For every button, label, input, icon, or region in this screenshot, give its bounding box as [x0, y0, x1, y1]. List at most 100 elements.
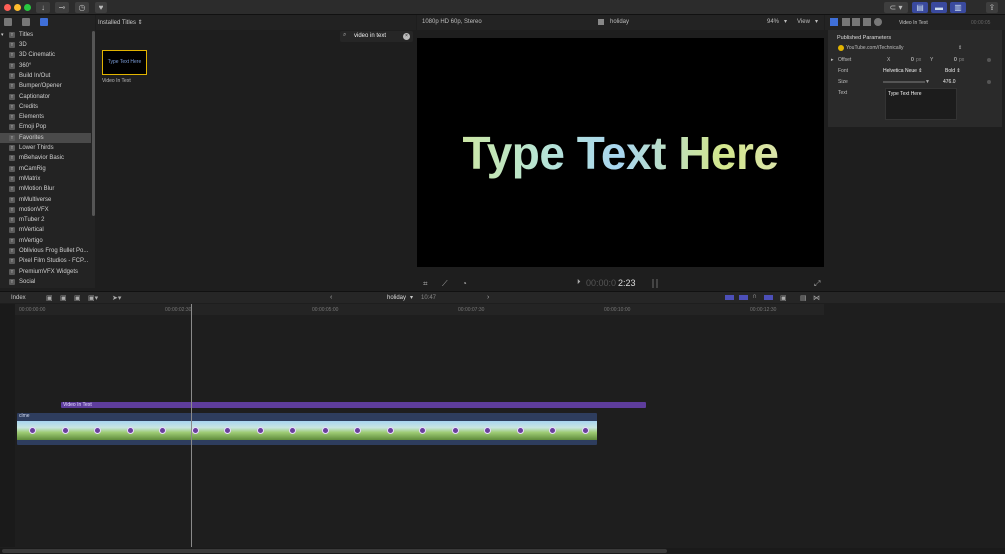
y-value-field[interactable]: 0: [954, 57, 957, 63]
headphones-icon[interactable]: ∩: [752, 293, 757, 300]
slider-knob-icon[interactable]: ▼: [925, 79, 930, 85]
viewer-canvas[interactable]: Type Text Here: [417, 38, 824, 267]
sidebar-item[interactable]: T Credits: [0, 102, 91, 112]
timeline-header: Index ▣ ▣ ▣ ▣▾ ➤▾ ‹ holiday ▾ 10:47 › ∩ …: [0, 291, 1005, 303]
fullscreen-icon[interactable]: ⤢: [814, 279, 820, 289]
transform-icon[interactable]: ⌗: [423, 279, 428, 289]
share-tools-icon[interactable]: ⊂ ▾: [884, 2, 908, 13]
search-input[interactable]: video in text: [354, 33, 386, 39]
sidebar-item[interactable]: TmTuber 2: [0, 215, 91, 225]
background-tasks-icon[interactable]: ◷: [75, 2, 89, 13]
scrollbar-knob[interactable]: [2, 549, 667, 553]
close-window-button[interactable]: [4, 4, 11, 11]
sidebar-item[interactable]: T 3D: [0, 40, 91, 50]
sidebar-item[interactable]: T Elements: [0, 112, 91, 122]
share-icon[interactable]: ⇪: [986, 2, 998, 13]
zoom-window-button[interactable]: [24, 4, 31, 11]
view-popup[interactable]: View: [797, 19, 810, 25]
sidebar-item[interactable]: T Bumper/Opener: [0, 81, 91, 91]
back-arrow-icon[interactable]: ‹: [330, 294, 332, 301]
preset-popup[interactable]: YouTube.com/iTechnically: [846, 45, 903, 51]
snapping-icon[interactable]: [764, 295, 773, 300]
insert-clip-icon[interactable]: ▣: [60, 294, 67, 302]
emoji-icon: [354, 427, 361, 434]
filter-icon[interactable]: [863, 18, 871, 26]
sidebar-item[interactable]: T Captionator: [0, 92, 91, 102]
sidebar-item[interactable]: TmVertical: [0, 225, 91, 235]
forward-arrow-icon[interactable]: ›: [487, 294, 489, 301]
sidebar-item[interactable]: T Lower Thirds: [0, 143, 91, 153]
audio-skim-icon[interactable]: [739, 295, 748, 300]
titles-generators-icon[interactable]: [40, 18, 48, 26]
size-value-field[interactable]: 476.0: [943, 79, 956, 85]
select-tool-icon[interactable]: ➤▾: [112, 294, 121, 302]
effects-browser-icon[interactable]: ▤: [800, 294, 807, 302]
sidebar-item[interactable]: TmMotion Blur: [0, 184, 91, 194]
sidebar-item[interactable]: T Favorites: [0, 132, 91, 143]
info-icon[interactable]: [874, 18, 882, 26]
photos-audio-icon[interactable]: [22, 18, 30, 26]
font-popup[interactable]: Helvetica Neue ⇕: [883, 68, 923, 74]
overwrite-clip-icon[interactable]: ▣: [74, 294, 81, 302]
sidebar-item[interactable]: T Build In/Out: [0, 71, 91, 81]
index-button[interactable]: Index: [11, 295, 26, 301]
minimize-window-button[interactable]: [14, 4, 21, 11]
clip-appearance-icon[interactable]: ▣: [780, 294, 787, 302]
keyword-icon[interactable]: ⊸: [55, 2, 69, 13]
clear-search-icon[interactable]: ×: [403, 33, 410, 40]
installed-titles-popup[interactable]: Installed Titles ⇕: [98, 19, 143, 26]
play-icon[interactable]: ⏵: [577, 279, 581, 287]
transitions-icon[interactable]: ⋈: [813, 294, 820, 302]
x-value-field[interactable]: 0: [911, 57, 914, 63]
inspector-layout-icon[interactable]: ▥: [950, 2, 966, 13]
speed-icon[interactable]: ◔: [462, 279, 467, 288]
weight-popup[interactable]: Bold ⇕: [945, 68, 961, 74]
crop-icon[interactable]: ⟋: [442, 279, 448, 289]
edit-popup-icon[interactable]: ▣▾: [88, 294, 98, 302]
sidebar-root-titles[interactable]: ▾ T Titles: [0, 30, 91, 40]
sidebar-item[interactable]: TmCamRig: [0, 164, 91, 174]
disclosure-icon[interactable]: ▾: [1, 30, 4, 40]
favorite-icon[interactable]: ♥: [95, 2, 107, 13]
browser-layout-icon[interactable]: ▤: [912, 2, 928, 13]
video-inspector-icon[interactable]: [852, 18, 860, 26]
paragraph-icon[interactable]: [842, 18, 850, 26]
sidebar-item[interactable]: T 3D Cinematic: [0, 50, 91, 60]
inspector-header: Video In Text 00:00:05: [825, 15, 1005, 30]
sidebar-item[interactable]: T Social: [0, 277, 91, 287]
sidebar-item-label: Lower Thirds: [19, 145, 54, 151]
timeline-ruler[interactable]: 00:00:00:00 00:00:02:30 00:00:05:00 00:0…: [15, 304, 824, 315]
timeline-scrollbar[interactable]: [0, 548, 1005, 554]
skimming-icon[interactable]: [725, 295, 734, 300]
import-icon[interactable]: ↓: [36, 2, 50, 13]
sidebar-item[interactable]: TmMatrix: [0, 174, 91, 184]
video-clip[interactable]: clme: [17, 413, 597, 445]
sidebar-scrollbar[interactable]: [92, 31, 95, 216]
sidebar-item[interactable]: TmBehavior Basic: [0, 153, 91, 163]
title-clip[interactable]: Video In Text: [61, 402, 646, 408]
sidebar-item[interactable]: T Pixel Film Studios - FCP...: [0, 256, 91, 266]
sidebar-item[interactable]: T PremiumVFX Widgets: [0, 267, 91, 277]
search-field[interactable]: ⌕ video in text ×: [340, 31, 413, 42]
timeline-project-name[interactable]: holiday: [387, 295, 406, 301]
keyframe-icon[interactable]: [987, 58, 991, 62]
sidebar-item[interactable]: T Oblivious Frog Bullet Po...: [0, 246, 91, 256]
sidebar-item[interactable]: TmMultiverse: [0, 195, 91, 205]
keyframe-icon[interactable]: [987, 80, 991, 84]
inspector-title: Video In Text: [899, 20, 928, 26]
zoom-popup[interactable]: 94%: [767, 19, 779, 25]
size-slider[interactable]: [883, 81, 925, 83]
media-browser-icon[interactable]: [4, 18, 12, 26]
text-field[interactable]: Type Text Here: [885, 88, 957, 120]
append-clip-icon[interactable]: ▣: [46, 294, 53, 302]
sidebar-item[interactable]: T 360°: [0, 61, 91, 71]
disclosure-icon[interactable]: ▸: [831, 57, 834, 63]
sidebar-item-label: mMatrix: [19, 175, 41, 182]
sidebar-item[interactable]: T Emoji Pop: [0, 122, 91, 132]
sidebar-item[interactable]: TmVertigo: [0, 236, 91, 246]
timeline-layout-icon[interactable]: ▬: [931, 2, 947, 13]
title-thumbnail[interactable]: Type Text Here: [102, 50, 147, 75]
sidebar-item[interactable]: TmotionVFX: [0, 205, 91, 215]
playhead[interactable]: [191, 304, 192, 547]
text-inspector-icon[interactable]: [830, 18, 838, 26]
